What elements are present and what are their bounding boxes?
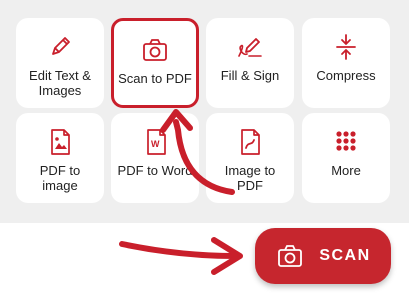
tool-label: More bbox=[331, 163, 361, 178]
tool-label: PDF to image bbox=[39, 163, 81, 193]
tool-label: Compress bbox=[316, 68, 376, 83]
image-pdf-icon bbox=[235, 127, 265, 157]
svg-text:W: W bbox=[151, 139, 160, 149]
tool-label: Image to PDF bbox=[224, 163, 276, 193]
pdf-image-icon bbox=[45, 127, 75, 157]
pencil-icon bbox=[45, 32, 75, 62]
signature-pen-icon bbox=[235, 32, 265, 62]
tool-label: PDF to Word bbox=[117, 163, 193, 178]
camera-icon bbox=[275, 241, 305, 271]
scan-button[interactable]: SCAN bbox=[255, 228, 391, 284]
tool-label: Edit Text & Images bbox=[29, 68, 91, 98]
tool-fill-sign[interactable]: Fill & Sign bbox=[206, 18, 294, 108]
tool-label: Fill & Sign bbox=[220, 68, 280, 83]
tool-pdf-to-word[interactable]: W PDF to Word bbox=[111, 113, 199, 203]
tool-image-to-pdf[interactable]: Image to PDF bbox=[206, 113, 294, 203]
camera-icon bbox=[140, 35, 170, 65]
compress-icon bbox=[331, 32, 361, 62]
tool-label: Scan to PDF bbox=[118, 71, 192, 86]
tool-compress[interactable]: Compress bbox=[302, 18, 390, 108]
pdf-word-icon: W bbox=[140, 127, 170, 157]
tool-scan-to-pdf[interactable]: Scan to PDF bbox=[111, 18, 199, 108]
tool-pdf-to-image[interactable]: PDF to image bbox=[16, 113, 104, 203]
grid-dots-icon bbox=[331, 127, 361, 157]
tool-edit-text-images[interactable]: Edit Text & Images bbox=[16, 18, 104, 108]
tool-more[interactable]: More bbox=[302, 113, 390, 203]
scan-button-label: SCAN bbox=[319, 247, 371, 264]
